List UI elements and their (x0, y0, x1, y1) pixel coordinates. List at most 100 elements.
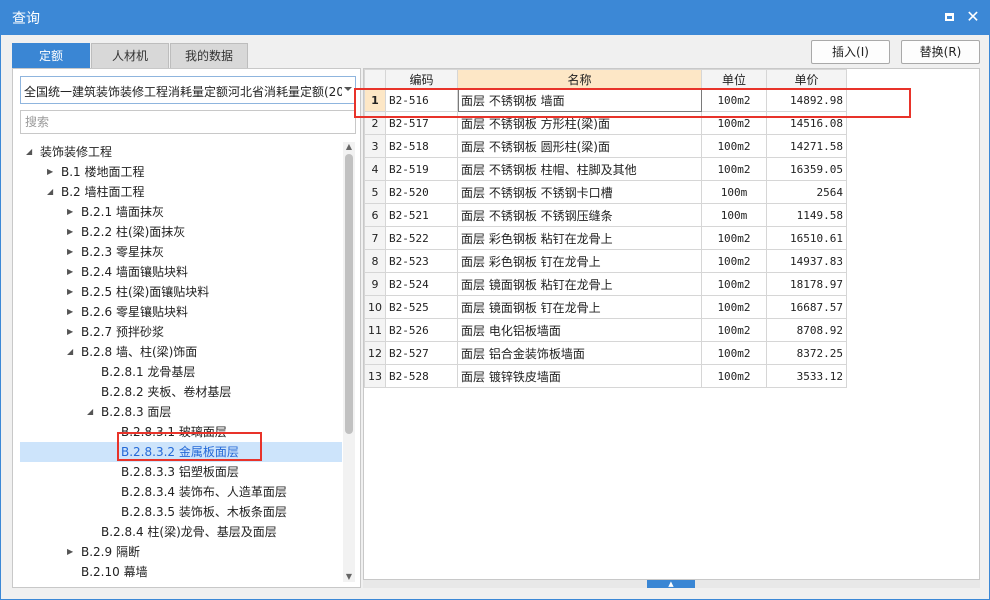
row-number[interactable]: 11 (364, 318, 386, 342)
cell-unit[interactable]: 100m (701, 180, 767, 204)
tree-node[interactable]: B.2.8.4 柱(梁)龙骨、基层及面层 (20, 522, 342, 542)
tab-quota[interactable]: 定额 (12, 43, 90, 68)
tree-node[interactable]: ▶ B.1 楼地面工程 (20, 162, 342, 182)
tree-node[interactable]: ▶ B.2.5 柱(梁)面镶贴块料 (20, 282, 342, 302)
tree-node[interactable]: ▶ B.2.2 柱(梁)面抹灰 (20, 222, 342, 242)
cell-unit[interactable]: 100m2 (701, 341, 767, 365)
replace-button[interactable]: 替换(R) (901, 40, 980, 64)
cell-unit[interactable]: 100m2 (701, 295, 767, 319)
row-number[interactable]: 12 (364, 341, 386, 365)
row-number[interactable]: 9 (364, 272, 386, 296)
tree-node[interactable]: B.2.8.3.5 装饰板、木板条面层 (20, 502, 342, 522)
tree-scrollbar[interactable]: ▲ ▼ (343, 142, 355, 582)
table-row[interactable]: 3 B2-518 面层 不锈钢板 圆形柱(梁)面 100m2 14271.58 (364, 134, 847, 158)
column-header-name[interactable]: 名称 (457, 69, 702, 89)
scrollbar-thumb[interactable] (345, 154, 353, 434)
cell-price[interactable]: 2564 (766, 180, 847, 204)
tree-node[interactable]: B.2.8.3.3 铝塑板面层 (20, 462, 342, 482)
cell-unit[interactable]: 100m2 (701, 318, 767, 342)
table-row[interactable]: 8 B2-523 面层 彩色钢板 钉在龙骨上 100m2 14937.83 (364, 249, 847, 273)
tree-collapsed-icon[interactable]: ▶ (67, 222, 73, 242)
cell-price[interactable]: 16510.61 (766, 226, 847, 250)
tree-collapsed-icon[interactable]: ▶ (67, 542, 73, 562)
cell-code[interactable]: B2-523 (385, 249, 458, 273)
cell-price[interactable]: 18178.97 (766, 272, 847, 296)
cell-name[interactable]: 面层 不锈钢板 不锈钢卡口槽 (457, 180, 702, 204)
cell-unit[interactable]: 100m2 (701, 249, 767, 273)
table-row[interactable]: 12 B2-527 面层 铝合金装饰板墙面 100m2 8372.25 (364, 341, 847, 365)
tree-collapsed-icon[interactable]: ▶ (67, 262, 73, 282)
cell-code[interactable]: B2-518 (385, 134, 458, 158)
row-number[interactable]: 6 (364, 203, 386, 227)
tree-expanded-icon[interactable]: ◢ (47, 182, 53, 202)
cell-unit[interactable]: 100m2 (701, 157, 767, 181)
tree-collapsed-icon[interactable]: ▶ (67, 282, 73, 302)
cell-name[interactable]: 面层 镀锌铁皮墙面 (457, 364, 702, 388)
tab-labor-material-machine[interactable]: 人材机 (91, 43, 169, 68)
tree-collapsed-icon[interactable]: ▶ (47, 162, 53, 182)
tree-expanded-icon[interactable]: ◢ (26, 142, 32, 162)
row-number[interactable]: 10 (364, 295, 386, 319)
tree-node[interactable]: ▶ B.2.9 隔断 (20, 542, 342, 562)
table-row[interactable]: 11 B2-526 面层 电化铝板墙面 100m2 8708.92 (364, 318, 847, 342)
cell-code[interactable]: B2-522 (385, 226, 458, 250)
cell-price[interactable]: 16359.05 (766, 157, 847, 181)
scroll-up-icon[interactable]: ▲ (344, 142, 354, 152)
tree-collapsed-icon[interactable]: ▶ (67, 202, 73, 222)
results-scrollbar[interactable]: ▲ (363, 580, 980, 588)
row-number[interactable]: 4 (364, 157, 386, 181)
cell-name[interactable]: 面层 镜面钢板 粘钉在龙骨上 (457, 272, 702, 296)
maximize-icon[interactable] (940, 8, 958, 26)
cell-price[interactable]: 3533.12 (766, 364, 847, 388)
table-row[interactable]: 10 B2-525 面层 镜面钢板 钉在龙骨上 100m2 16687.57 (364, 295, 847, 319)
cell-code[interactable]: B2-528 (385, 364, 458, 388)
cell-code[interactable]: B2-521 (385, 203, 458, 227)
cell-name[interactable]: 面层 铝合金装饰板墙面 (457, 341, 702, 365)
column-header-code[interactable]: 编码 (385, 69, 458, 89)
tree-collapsed-icon[interactable]: ▶ (67, 242, 73, 262)
cell-unit[interactable]: 100m2 (701, 364, 767, 388)
tree-node[interactable]: B.2.8.3.4 装饰布、人造革面层 (20, 482, 342, 502)
cell-price[interactable]: 8372.25 (766, 341, 847, 365)
table-row[interactable]: 6 B2-521 面层 不锈钢板 不锈钢压缝条 100m 1149.58 (364, 203, 847, 227)
tab-my-data[interactable]: 我的数据 (170, 43, 248, 68)
cell-price[interactable]: 14271.58 (766, 134, 847, 158)
column-header-price[interactable]: 单价 (766, 69, 847, 89)
tree-collapsed-icon[interactable]: ▶ (67, 302, 73, 322)
cell-price[interactable]: 14937.83 (766, 249, 847, 273)
cell-name[interactable]: 面层 不锈钢板 柱帽、柱脚及其他 (457, 157, 702, 181)
cell-code[interactable]: B2-520 (385, 180, 458, 204)
cell-unit[interactable]: 100m2 (701, 272, 767, 296)
row-number[interactable]: 8 (364, 249, 386, 273)
cell-name[interactable]: 面层 彩色钢板 粘钉在龙骨上 (457, 226, 702, 250)
tree-collapsed-icon[interactable]: ▶ (67, 322, 73, 342)
tree-node[interactable]: ◢ B.2 墙柱面工程 (20, 182, 342, 202)
tree-node[interactable]: ▶ B.2.3 零星抹灰 (20, 242, 342, 262)
row-number[interactable]: 13 (364, 364, 386, 388)
cell-unit[interactable]: 100m (701, 203, 767, 227)
chevron-down-icon[interactable] (344, 87, 352, 91)
scroll-down-icon[interactable]: ▼ (344, 572, 354, 582)
cell-code[interactable]: B2-526 (385, 318, 458, 342)
row-number[interactable]: 5 (364, 180, 386, 204)
tree-node[interactable]: ▶ B.2.7 预拌砂浆 (20, 322, 342, 342)
close-icon[interactable]: ✕ (964, 8, 982, 26)
cell-name[interactable]: 面层 不锈钢板 圆形柱(梁)面 (457, 134, 702, 158)
row-number[interactable]: 3 (364, 134, 386, 158)
cell-price[interactable]: 16687.57 (766, 295, 847, 319)
tree-node[interactable]: ▶ B.2.4 墙面镶贴块料 (20, 262, 342, 282)
column-header-unit[interactable]: 单位 (701, 69, 767, 89)
cell-name[interactable]: 面层 彩色钢板 钉在龙骨上 (457, 249, 702, 273)
cell-name[interactable]: 面层 电化铝板墙面 (457, 318, 702, 342)
tree-node[interactable]: ▶ B.2.1 墙面抹灰 (20, 202, 342, 222)
tree-expanded-icon[interactable]: ◢ (67, 342, 73, 362)
tree-node[interactable]: B.2.8.2 夹板、卷材基层 (20, 382, 342, 402)
cell-price[interactable]: 1149.58 (766, 203, 847, 227)
tree-node[interactable]: ◢ B.2.8 墙、柱(梁)饰面 (20, 342, 342, 362)
search-input[interactable] (20, 110, 356, 134)
table-row[interactable]: 9 B2-524 面层 镜面钢板 粘钉在龙骨上 100m2 18178.97 (364, 272, 847, 296)
tree-node[interactable]: ◢ B.2.8.3 面层 (20, 402, 342, 422)
tree-node[interactable]: B.2.10 幕墙 (20, 562, 342, 582)
cell-unit[interactable]: 100m2 (701, 134, 767, 158)
table-row[interactable]: 13 B2-528 面层 镀锌铁皮墙面 100m2 3533.12 (364, 364, 847, 388)
